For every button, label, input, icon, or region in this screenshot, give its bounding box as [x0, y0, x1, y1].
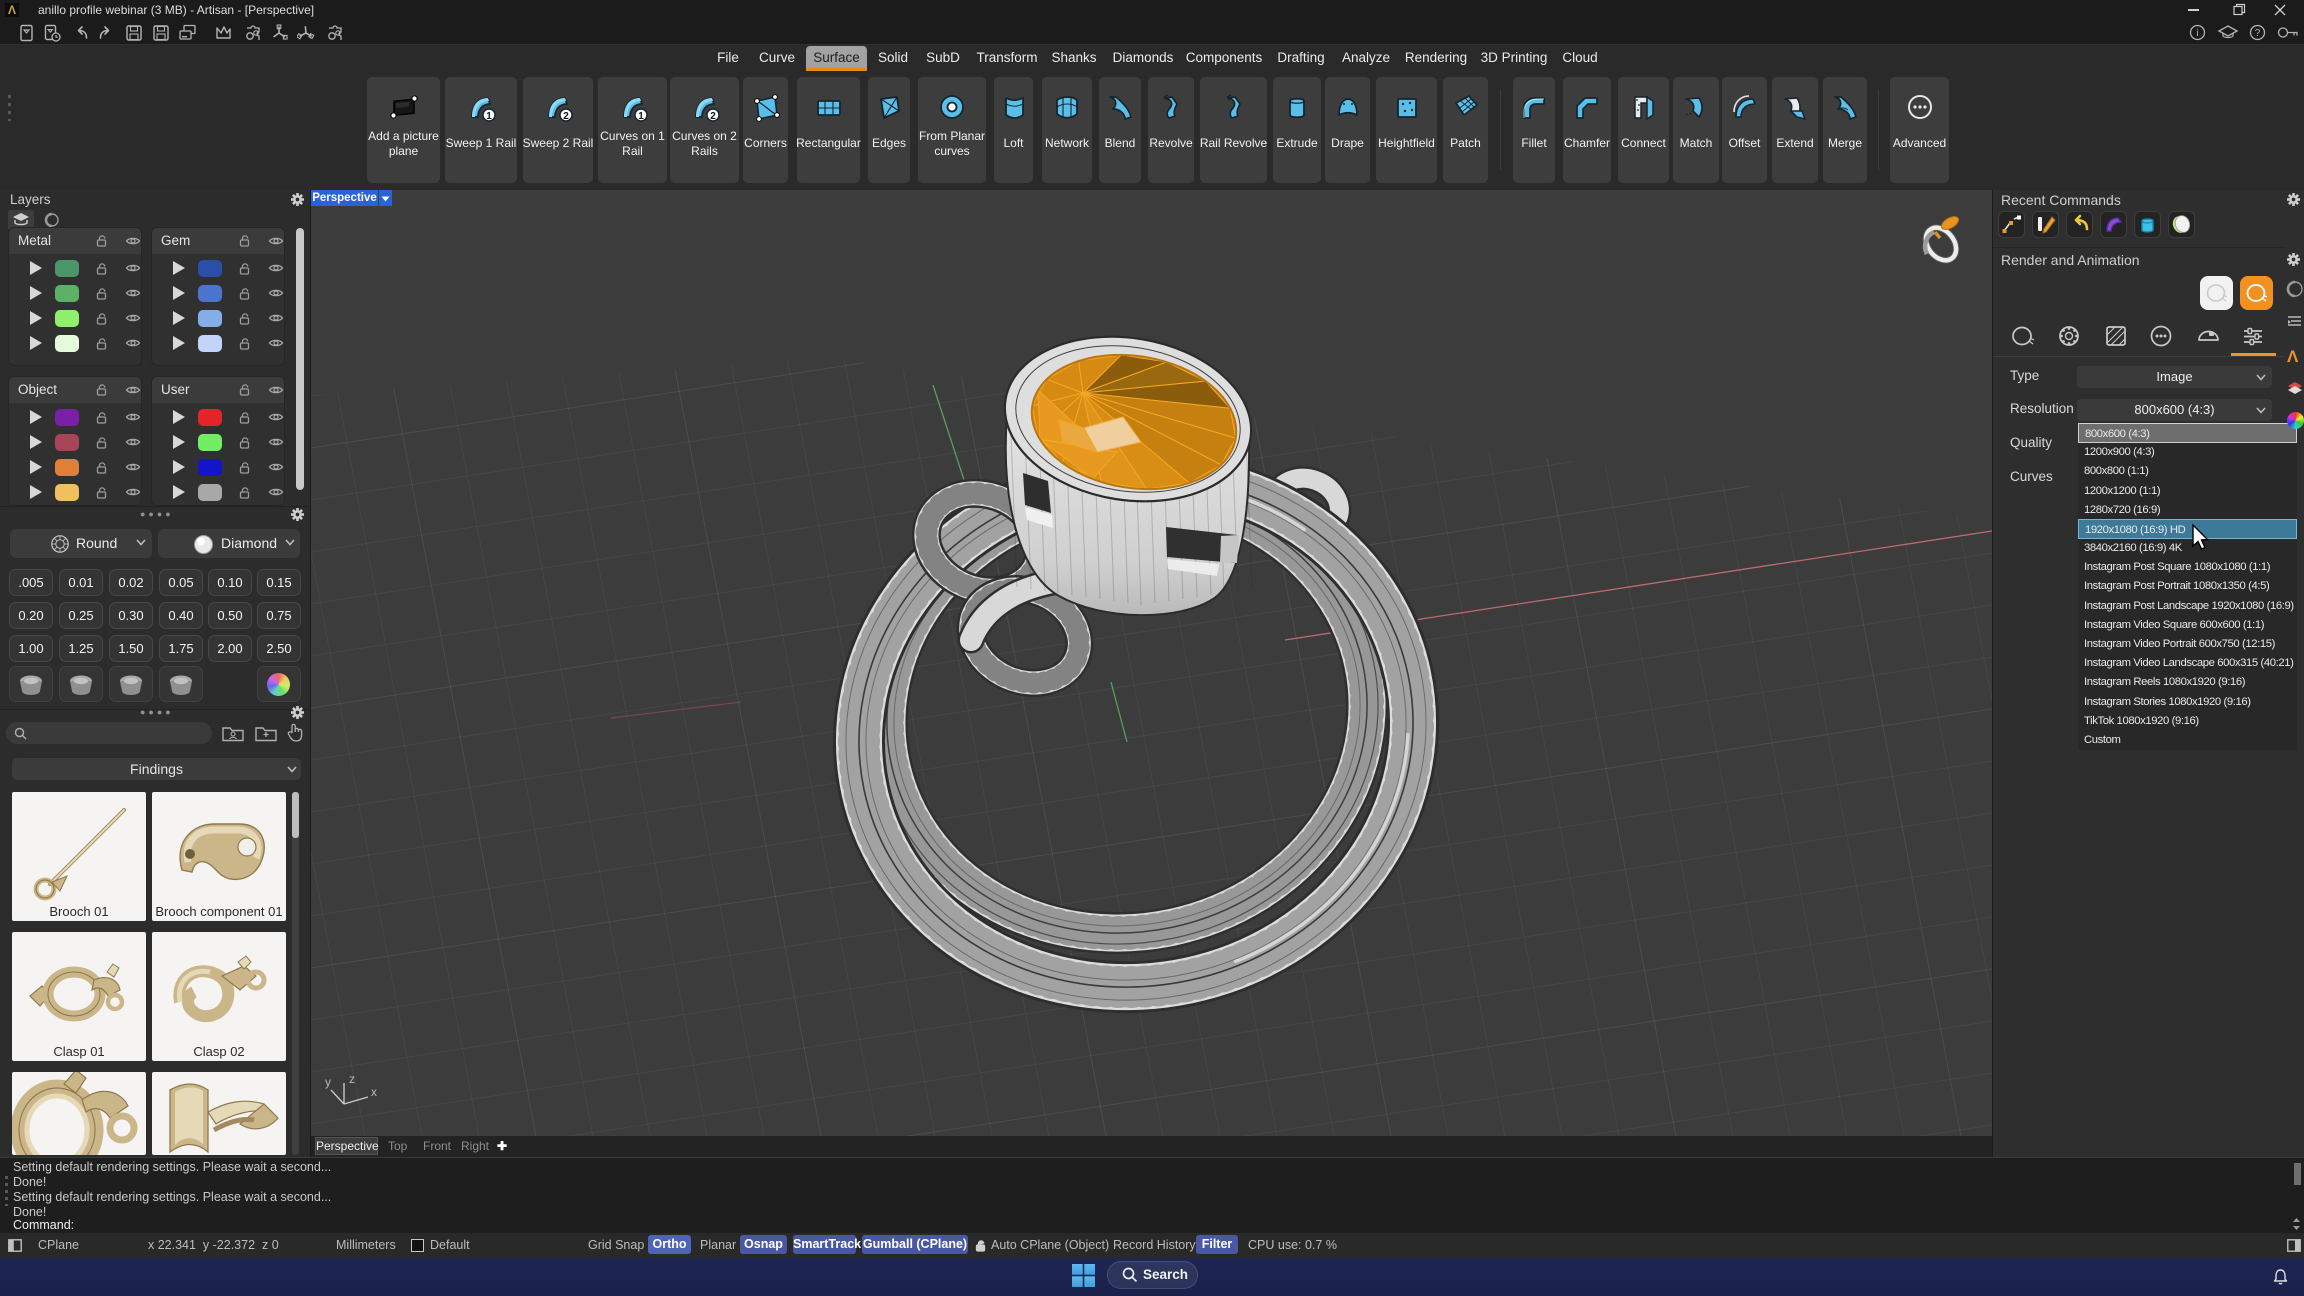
svg-text:1: 1: [486, 111, 492, 122]
svg-text:?: ?: [2255, 28, 2261, 39]
svg-text:y: y: [325, 1075, 331, 1089]
svg-text:2: 2: [710, 111, 716, 122]
svg-text:x: x: [371, 1085, 377, 1099]
svg-text:z: z: [349, 1072, 355, 1086]
svg-text:1: 1: [638, 111, 644, 122]
svg-text:2: 2: [563, 111, 569, 122]
svg-text:i: i: [2196, 28, 2198, 39]
